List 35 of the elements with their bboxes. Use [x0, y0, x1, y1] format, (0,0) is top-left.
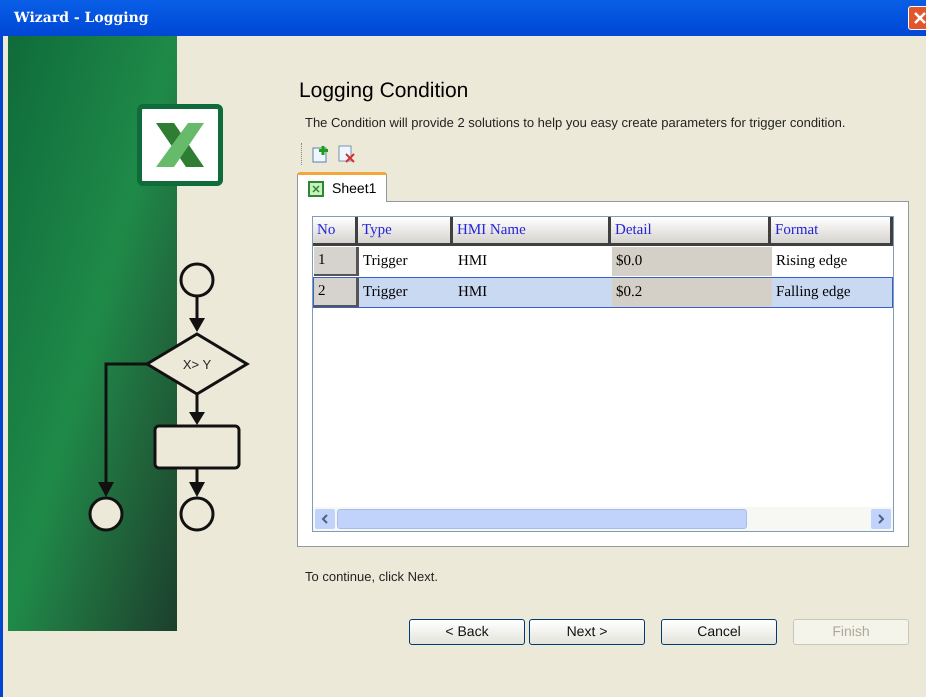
- hint-text: To continue, click Next.: [305, 568, 439, 586]
- wizard-button[interactable]: Next >: [529, 618, 645, 644]
- column-header[interactable]: No: [313, 217, 358, 246]
- flowchart-drawing: X> Y: [81, 262, 251, 564]
- scroll-left-icon[interactable]: [315, 509, 335, 529]
- add-row-icon[interactable]: [312, 145, 330, 163]
- scroll-right-icon[interactable]: [871, 509, 891, 529]
- table-cell: $0.2: [612, 278, 772, 307]
- table-cell-text: Falling edge: [775, 283, 852, 302]
- table-row[interactable]: 2 Trigger HMI $0.2 Falling edge: [313, 277, 893, 308]
- column-header[interactable]: Detail: [611, 217, 771, 246]
- row-number: 1: [314, 247, 359, 276]
- table-cell-text: Trigger: [362, 252, 408, 272]
- table-cell-text: Trigger: [362, 283, 408, 302]
- row-number: 2: [314, 278, 359, 307]
- page-heading: Logging Condition: [299, 80, 470, 101]
- wizard-button[interactable]: < Back: [409, 618, 525, 644]
- horizontal-scrollbar[interactable]: [313, 507, 893, 531]
- sheet-icon: [308, 180, 324, 196]
- spreadsheet-logo-icon: [137, 104, 223, 186]
- column-header[interactable]: Type: [358, 217, 453, 246]
- description-text: The Condition will provide 2 solutions to help you easy create parameters for trigger condition.: [305, 115, 847, 131]
- table-cell-text: HMI: [457, 252, 488, 272]
- table-cell-text: HMI: [457, 283, 488, 302]
- window-title: Wizard - Logging: [14, 8, 149, 28]
- delete-row-icon[interactable]: [338, 145, 356, 163]
- column-header[interactable]: Format: [771, 217, 893, 246]
- wizard-button[interactable]: Cancel: [661, 618, 777, 644]
- sheet-tab[interactable]: Sheet1: [297, 172, 388, 202]
- table-cell-text: Rising edge: [775, 252, 848, 272]
- table-cell: $0.0: [612, 247, 772, 276]
- scroll-thumb[interactable]: [337, 509, 747, 529]
- close-button[interactable]: [908, 6, 926, 30]
- column-header[interactable]: HMI Name: [453, 217, 611, 246]
- close-icon: [913, 11, 926, 25]
